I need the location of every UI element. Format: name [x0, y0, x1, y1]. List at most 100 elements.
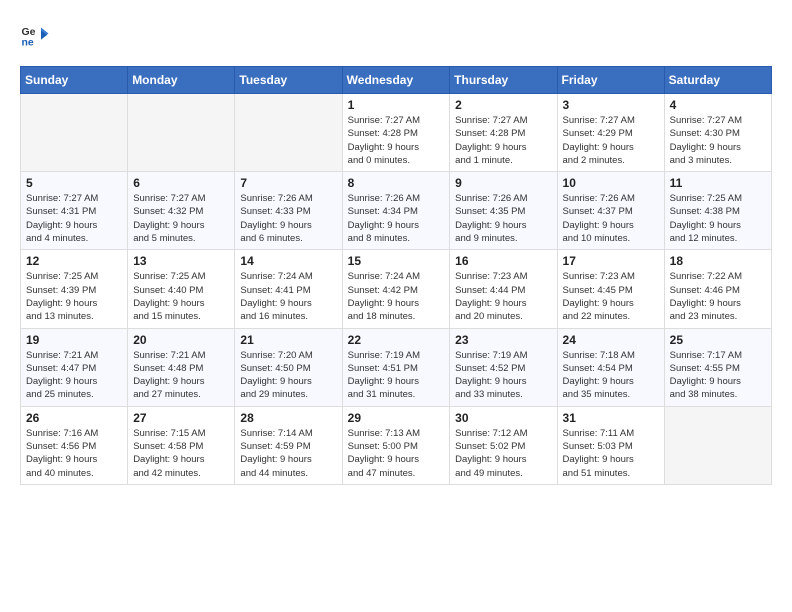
day-number: 22 — [348, 333, 445, 347]
day-number: 8 — [348, 176, 445, 190]
day-number: 15 — [348, 254, 445, 268]
calendar-week-row: 26 Sunrise: 7:16 AM Sunset: 4:56 PM Dayli… — [21, 406, 772, 484]
calendar-cell: 9Sunrise: 7:26 AM Sunset: 4:35 PM Daylig… — [450, 172, 557, 250]
day-header: Tuesday — [235, 67, 342, 94]
calendar-cell: 16 Sunrise: 7:23 AM Sunset: 4:44 PM Dayli… — [450, 250, 557, 328]
day-info: Sunrise: 7:27 AM Sunset: 4:28 PM Dayligh… — [455, 114, 551, 167]
calendar-cell: 29 Sunrise: 7:13 AM Sunset: 5:00 PM Dayli… — [342, 406, 450, 484]
calendar-header-row: SundayMondayTuesdayWednesdayThursdayFrid… — [21, 67, 772, 94]
day-number: 24 — [563, 333, 659, 347]
day-info: Sunrise: 7:27 AM Sunset: 4:32 PM Dayligh… — [133, 192, 229, 245]
day-info: Sunrise: 7:25 AM Sunset: 4:39 PM Dayligh… — [26, 270, 122, 323]
day-info: Sunrise: 7:23 AM Sunset: 4:44 PM Dayligh… — [455, 270, 551, 323]
day-info: Sunrise: 7:21 AM Sunset: 4:48 PM Dayligh… — [133, 349, 229, 402]
day-header: Thursday — [450, 67, 557, 94]
day-number: 21 — [240, 333, 336, 347]
calendar-cell: 19 Sunrise: 7:21 AM Sunset: 4:47 PM Dayli… — [21, 328, 128, 406]
calendar-cell: 13 Sunrise: 7:25 AM Sunset: 4:40 PM Dayli… — [128, 250, 235, 328]
day-info: Sunrise: 7:13 AM Sunset: 5:00 PM Dayligh… — [348, 427, 445, 480]
day-number: 30 — [455, 411, 551, 425]
day-number: 13 — [133, 254, 229, 268]
calendar-cell: 7Sunrise: 7:26 AM Sunset: 4:33 PM Daylig… — [235, 172, 342, 250]
calendar-cell: 31 Sunrise: 7:11 AM Sunset: 5:03 PM Dayli… — [557, 406, 664, 484]
calendar-cell: 20 Sunrise: 7:21 AM Sunset: 4:48 PM Dayli… — [128, 328, 235, 406]
calendar-cell: 6 Sunrise: 7:27 AM Sunset: 4:32 PM Daylig… — [128, 172, 235, 250]
day-info: Sunrise: 7:19 AM Sunset: 4:52 PM Dayligh… — [455, 349, 551, 402]
day-number: 1 — [348, 98, 445, 112]
day-info: Sunrise: 7:21 AM Sunset: 4:47 PM Dayligh… — [26, 349, 122, 402]
calendar-cell: 30Sunrise: 7:12 AM Sunset: 5:02 PM Dayli… — [450, 406, 557, 484]
day-number: 29 — [348, 411, 445, 425]
day-info: Sunrise: 7:26 AM Sunset: 4:34 PM Dayligh… — [348, 192, 445, 245]
calendar-cell — [664, 406, 771, 484]
day-header: Friday — [557, 67, 664, 94]
calendar-cell: 12 Sunrise: 7:25 AM Sunset: 4:39 PM Dayli… — [21, 250, 128, 328]
logo-icon: Ge ne — [20, 20, 50, 50]
day-number: 25 — [670, 333, 766, 347]
calendar-cell: 5Sunrise: 7:27 AM Sunset: 4:31 PM Daylig… — [21, 172, 128, 250]
day-number: 20 — [133, 333, 229, 347]
day-info: Sunrise: 7:24 AM Sunset: 4:42 PM Dayligh… — [348, 270, 445, 323]
day-number: 4 — [670, 98, 766, 112]
day-number: 7 — [240, 176, 336, 190]
day-number: 26 — [26, 411, 122, 425]
day-info: Sunrise: 7:23 AM Sunset: 4:45 PM Dayligh… — [563, 270, 659, 323]
day-info: Sunrise: 7:27 AM Sunset: 4:29 PM Dayligh… — [563, 114, 659, 167]
day-number: 28 — [240, 411, 336, 425]
day-info: Sunrise: 7:27 AM Sunset: 4:30 PM Dayligh… — [670, 114, 766, 167]
day-number: 17 — [563, 254, 659, 268]
calendar-week-row: 5Sunrise: 7:27 AM Sunset: 4:31 PM Daylig… — [21, 172, 772, 250]
calendar-cell: 26 Sunrise: 7:16 AM Sunset: 4:56 PM Dayli… — [21, 406, 128, 484]
calendar-cell: 27 Sunrise: 7:15 AM Sunset: 4:58 PM Dayli… — [128, 406, 235, 484]
calendar-cell: 18 Sunrise: 7:22 AM Sunset: 4:46 PM Dayli… — [664, 250, 771, 328]
calendar-cell: 10 Sunrise: 7:26 AM Sunset: 4:37 PM Dayli… — [557, 172, 664, 250]
day-info: Sunrise: 7:16 AM Sunset: 4:56 PM Dayligh… — [26, 427, 122, 480]
day-number: 31 — [563, 411, 659, 425]
day-info: Sunrise: 7:26 AM Sunset: 4:37 PM Dayligh… — [563, 192, 659, 245]
day-info: Sunrise: 7:20 AM Sunset: 4:50 PM Dayligh… — [240, 349, 336, 402]
day-number: 6 — [133, 176, 229, 190]
day-number: 18 — [670, 254, 766, 268]
calendar-table: SundayMondayTuesdayWednesdayThursdayFrid… — [20, 66, 772, 485]
day-number: 2 — [455, 98, 551, 112]
calendar-cell: 8 Sunrise: 7:26 AM Sunset: 4:34 PM Daylig… — [342, 172, 450, 250]
day-info: Sunrise: 7:18 AM Sunset: 4:54 PM Dayligh… — [563, 349, 659, 402]
day-number: 27 — [133, 411, 229, 425]
day-header: Sunday — [21, 67, 128, 94]
day-header: Wednesday — [342, 67, 450, 94]
day-info: Sunrise: 7:25 AM Sunset: 4:40 PM Dayligh… — [133, 270, 229, 323]
svg-text:ne: ne — [22, 37, 34, 49]
day-number: 16 — [455, 254, 551, 268]
day-info: Sunrise: 7:22 AM Sunset: 4:46 PM Dayligh… — [670, 270, 766, 323]
day-number: 12 — [26, 254, 122, 268]
calendar-week-row: 1 Sunrise: 7:27 AM Sunset: 4:28 PM Daylig… — [21, 94, 772, 172]
calendar-week-row: 12 Sunrise: 7:25 AM Sunset: 4:39 PM Dayli… — [21, 250, 772, 328]
calendar-cell — [235, 94, 342, 172]
day-number: 10 — [563, 176, 659, 190]
calendar-cell: 2 Sunrise: 7:27 AM Sunset: 4:28 PM Daylig… — [450, 94, 557, 172]
day-info: Sunrise: 7:27 AM Sunset: 4:28 PM Dayligh… — [348, 114, 445, 167]
day-number: 3 — [563, 98, 659, 112]
day-header: Monday — [128, 67, 235, 94]
calendar-cell: 25 Sunrise: 7:17 AM Sunset: 4:55 PM Dayli… — [664, 328, 771, 406]
day-info: Sunrise: 7:11 AM Sunset: 5:03 PM Dayligh… — [563, 427, 659, 480]
calendar-cell: 4 Sunrise: 7:27 AM Sunset: 4:30 PM Daylig… — [664, 94, 771, 172]
calendar-cell — [128, 94, 235, 172]
day-number: 11 — [670, 176, 766, 190]
calendar-cell: 21 Sunrise: 7:20 AM Sunset: 4:50 PM Dayli… — [235, 328, 342, 406]
day-info: Sunrise: 7:17 AM Sunset: 4:55 PM Dayligh… — [670, 349, 766, 402]
calendar-cell: 14Sunrise: 7:24 AM Sunset: 4:41 PM Dayli… — [235, 250, 342, 328]
day-header: Saturday — [664, 67, 771, 94]
calendar-cell: 15 Sunrise: 7:24 AM Sunset: 4:42 PM Dayli… — [342, 250, 450, 328]
day-info: Sunrise: 7:15 AM Sunset: 4:58 PM Dayligh… — [133, 427, 229, 480]
day-info: Sunrise: 7:25 AM Sunset: 4:38 PM Dayligh… — [670, 192, 766, 245]
day-number: 19 — [26, 333, 122, 347]
day-info: Sunrise: 7:27 AM Sunset: 4:31 PM Dayligh… — [26, 192, 122, 245]
day-info: Sunrise: 7:19 AM Sunset: 4:51 PM Dayligh… — [348, 349, 445, 402]
calendar-cell: 24 Sunrise: 7:18 AM Sunset: 4:54 PM Dayli… — [557, 328, 664, 406]
day-info: Sunrise: 7:14 AM Sunset: 4:59 PM Dayligh… — [240, 427, 336, 480]
day-info: Sunrise: 7:24 AM Sunset: 4:41 PM Dayligh… — [240, 270, 336, 323]
calendar-cell: 11 Sunrise: 7:25 AM Sunset: 4:38 PM Dayli… — [664, 172, 771, 250]
calendar-cell: 3 Sunrise: 7:27 AM Sunset: 4:29 PM Daylig… — [557, 94, 664, 172]
day-number: 23 — [455, 333, 551, 347]
